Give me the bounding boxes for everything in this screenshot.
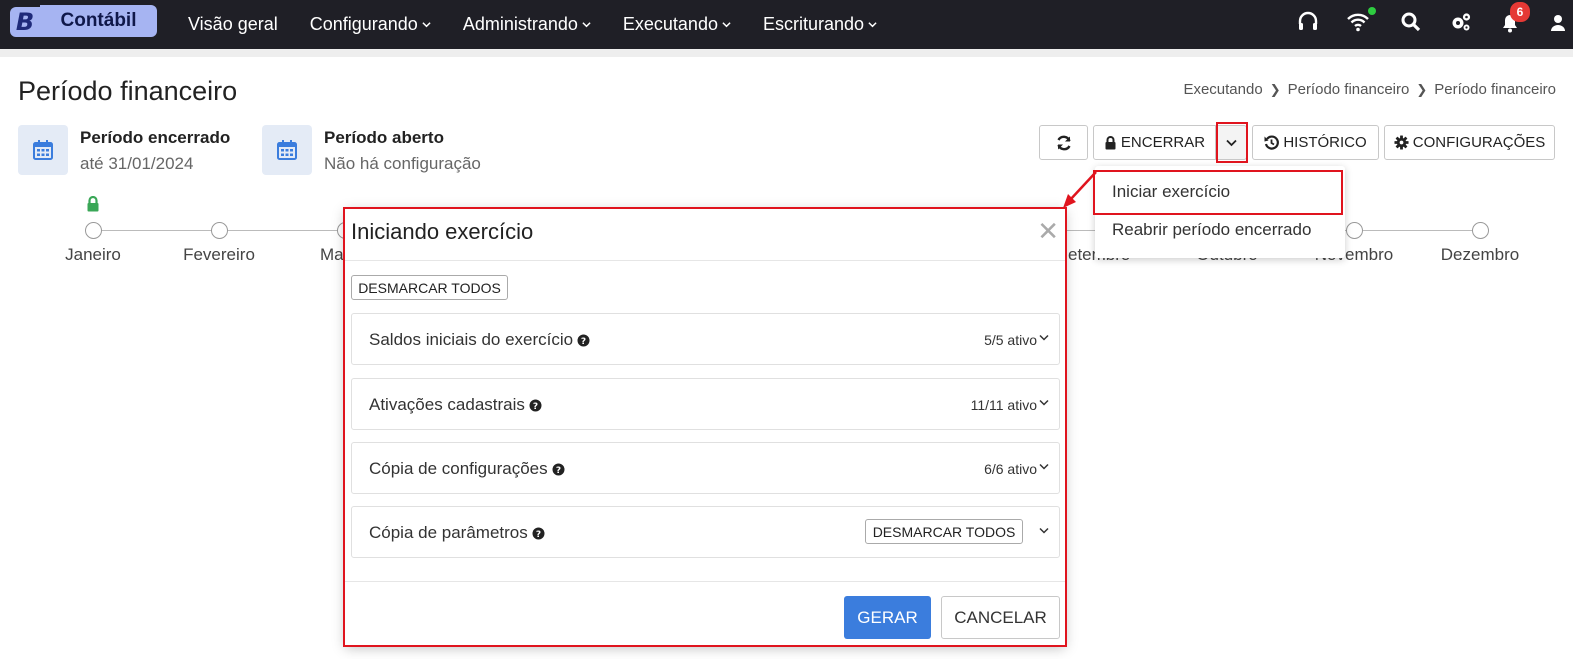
open-period-card: Período aberto Não há configuração <box>262 125 481 175</box>
top-navbar: B Contábil Visão geral Configurando Admi… <box>0 0 1573 49</box>
svg-text:?: ? <box>533 402 538 412</box>
chevron-down-icon <box>422 22 431 28</box>
open-period-status: Não há configuração <box>324 154 481 173</box>
chevron-right-icon: ❯ <box>1416 81 1428 97</box>
section-saldos-iniciais[interactable]: Saldos iniciais do exercício? 5/5 ativo <box>351 313 1060 365</box>
settings-button[interactable]: CONFIGURAÇÕES <box>1384 125 1555 160</box>
start-fiscal-year-modal: Iniciando exercício ✕ DESMARCAR TODOS Sa… <box>345 208 1065 645</box>
chevron-down-icon <box>1039 399 1049 406</box>
app-name[interactable]: Contábil <box>40 5 157 37</box>
breadcrumb-item: Período financeiro <box>1434 81 1556 98</box>
chevron-down-icon <box>1039 527 1049 534</box>
main-menu: Visão geral Configurando Administrando E… <box>188 0 909 49</box>
section-title: Saldos iniciais do exercício <box>369 330 574 349</box>
wifi-icon[interactable] <box>1346 10 1370 34</box>
close-options-toggle[interactable] <box>1216 125 1247 160</box>
timeline-label-janeiro: Janeiro <box>65 245 121 264</box>
section-copia-configuracoes[interactable]: Cópia de configurações? 6/6 ativo <box>351 442 1060 494</box>
history-button[interactable]: HISTÓRICO <box>1252 125 1379 160</box>
chevron-down-icon <box>1039 463 1049 470</box>
chevron-down-icon <box>1039 334 1049 341</box>
section-status: 6/6 ativo <box>984 461 1037 477</box>
modal-title: Iniciando exercício <box>351 219 534 244</box>
timeline-label-fevereiro: Fevereiro <box>183 245 255 264</box>
menu-item-iniciar-exercicio[interactable]: Iniciar exercício <box>1112 182 1230 202</box>
user-icon[interactable] <box>1548 10 1568 34</box>
timeline-dot-dezembro[interactable] <box>1472 222 1489 239</box>
section-copia-parametros[interactable]: Cópia de parâmetros? DESMARCAR TODOS <box>351 506 1060 558</box>
deselect-all-button[interactable]: DESMARCAR TODOS <box>351 275 508 300</box>
page-title: Período financeiro <box>18 76 238 106</box>
closed-period-card: Período encerrado até 31/01/2024 <box>18 125 230 175</box>
nav-item-label: Configurando <box>309 14 418 34</box>
chevron-right-icon: ❯ <box>1269 81 1281 97</box>
section-status: 5/5 ativo <box>984 332 1037 348</box>
close-options-menu: Iniciar exercício Reabrir período encerr… <box>1095 166 1345 258</box>
close-period-button[interactable]: ENCERRAR <box>1093 125 1216 160</box>
divider <box>345 581 1065 582</box>
cancel-button[interactable]: CANCELAR <box>941 596 1060 639</box>
breadcrumb-item[interactable]: Período financeiro <box>1288 81 1410 98</box>
gears-icon[interactable] <box>1449 10 1473 34</box>
nav-item-label: Administrando <box>462 14 578 34</box>
navbar-shadow <box>0 49 1573 57</box>
nav-item-administrando[interactable]: Administrando <box>463 14 591 35</box>
lock-icon <box>87 196 99 212</box>
breadcrumb: Executando ❯ Período financeiro ❯ Períod… <box>1183 81 1556 98</box>
close-period-label: ENCERRAR <box>1120 134 1206 151</box>
refresh-icon <box>1056 135 1071 150</box>
close-icon[interactable]: ✕ <box>1037 218 1059 244</box>
svg-text:?: ? <box>536 530 541 540</box>
calendar-icon <box>18 125 68 175</box>
svg-text:?: ? <box>556 466 561 476</box>
headset-icon[interactable] <box>1296 10 1320 34</box>
nav-item-executando[interactable]: Executando <box>623 14 731 35</box>
nav-item-label: Visão geral <box>188 14 278 34</box>
section-status: 11/11 ativo <box>970 397 1037 413</box>
help-icon[interactable]: ? <box>577 334 590 347</box>
annotation-arrow-icon <box>1063 171 1097 208</box>
divider <box>345 260 1065 261</box>
notification-badge: 6 <box>1510 2 1530 22</box>
section-title: Cópia de configurações <box>369 459 548 478</box>
closed-period-date: até 31/01/2024 <box>80 154 194 173</box>
menu-item-reabrir-periodo[interactable]: Reabrir período encerrado <box>1112 220 1311 240</box>
open-period-title: Período aberto <box>324 128 444 147</box>
breadcrumb-item[interactable]: Executando <box>1183 81 1262 98</box>
section-title: Cópia de parâmetros <box>369 523 528 542</box>
timeline-dot-fevereiro[interactable] <box>211 222 228 239</box>
svg-text:?: ? <box>581 337 586 347</box>
chevron-down-icon <box>722 22 731 28</box>
calendar-icon <box>262 125 312 175</box>
nav-item-configurando[interactable]: Configurando <box>310 14 431 35</box>
nav-item-label: Escriturando <box>762 14 865 34</box>
timeline-dot-janeiro[interactable] <box>85 222 102 239</box>
wifi-status-dot <box>1368 7 1376 15</box>
history-label: HISTÓRICO <box>1283 134 1367 151</box>
deselect-parameters-button[interactable]: DESMARCAR TODOS <box>865 519 1023 544</box>
nav-item-label: Executando <box>622 14 718 34</box>
settings-label: CONFIGURAÇÕES <box>1412 134 1546 151</box>
help-icon[interactable]: ? <box>552 463 565 476</box>
history-icon <box>1264 135 1280 150</box>
help-icon[interactable]: ? <box>532 527 545 540</box>
nav-item-visao-geral[interactable]: Visão geral <box>188 14 278 35</box>
search-icon[interactable] <box>1399 10 1423 34</box>
gear-icon <box>1394 135 1409 150</box>
generate-button[interactable]: GERAR <box>844 596 931 639</box>
timeline-dot-novembro[interactable] <box>1346 222 1363 239</box>
refresh-button[interactable] <box>1039 125 1088 160</box>
help-icon[interactable]: ? <box>529 399 542 412</box>
lock-icon <box>1105 135 1116 149</box>
nav-item-escriturando[interactable]: Escriturando <box>763 14 877 35</box>
section-title: Ativações cadastrais <box>369 395 525 414</box>
closed-period-title: Período encerrado <box>80 128 231 147</box>
logo-letter[interactable]: B <box>10 7 40 37</box>
chevron-down-icon <box>1226 139 1237 146</box>
timeline-label-dezembro: Dezembro <box>1440 245 1520 264</box>
chevron-down-icon <box>868 22 877 28</box>
section-ativacoes-cadastrais[interactable]: Ativações cadastrais? 11/11 ativo <box>351 378 1060 430</box>
chevron-down-icon <box>582 22 591 28</box>
